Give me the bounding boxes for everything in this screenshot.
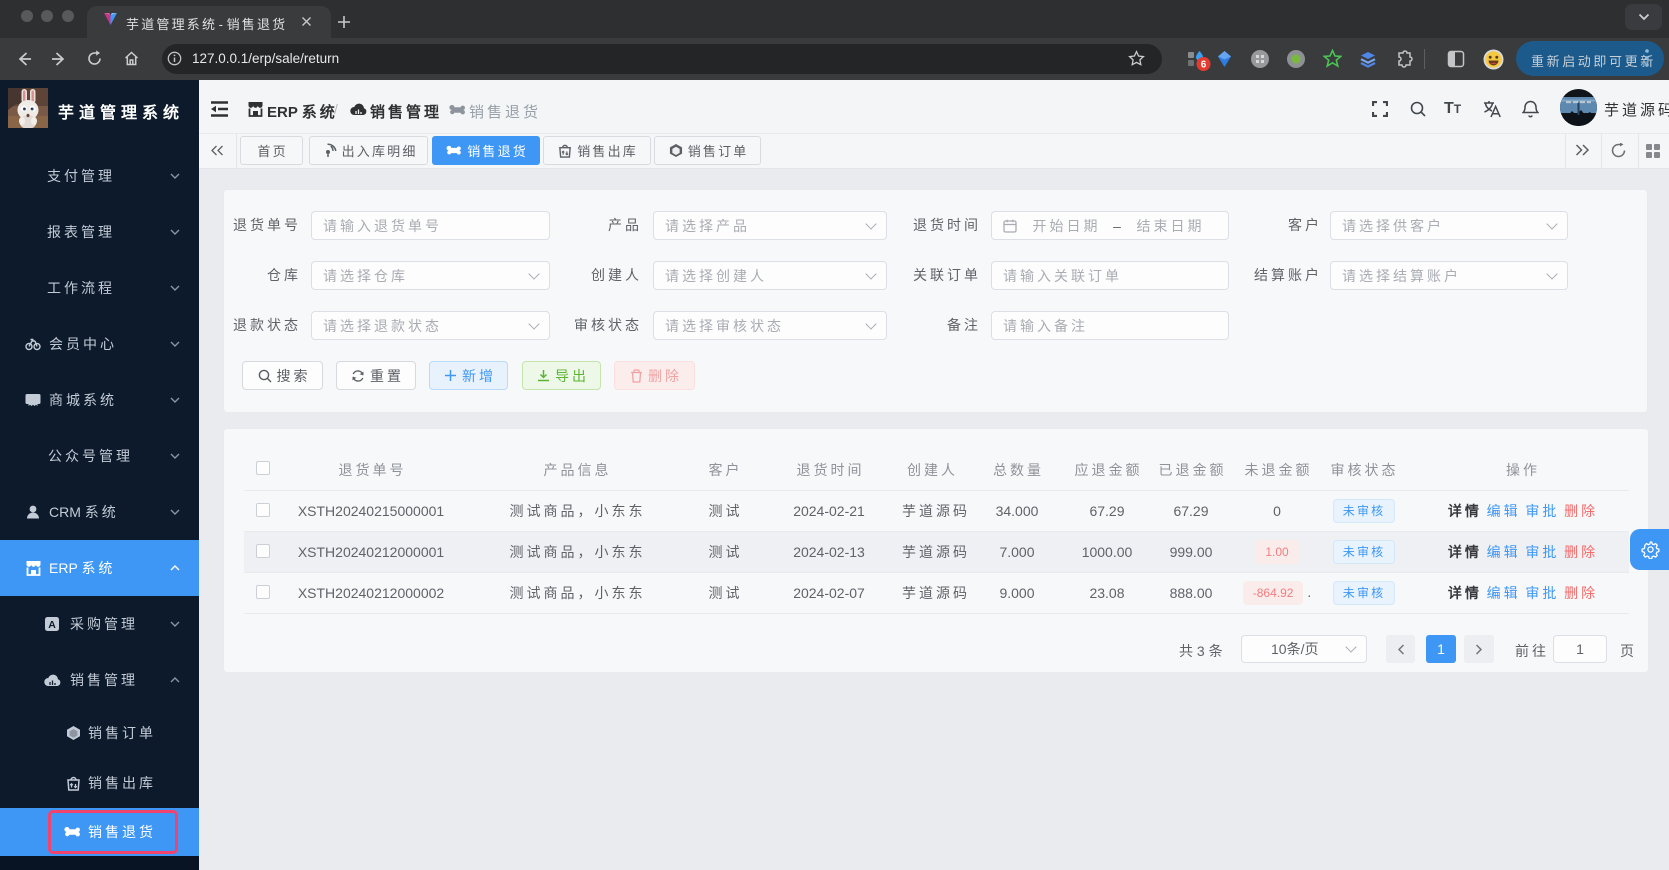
svg-text:A: A [48, 619, 56, 631]
svg-text:6: 6 [1201, 60, 1207, 71]
